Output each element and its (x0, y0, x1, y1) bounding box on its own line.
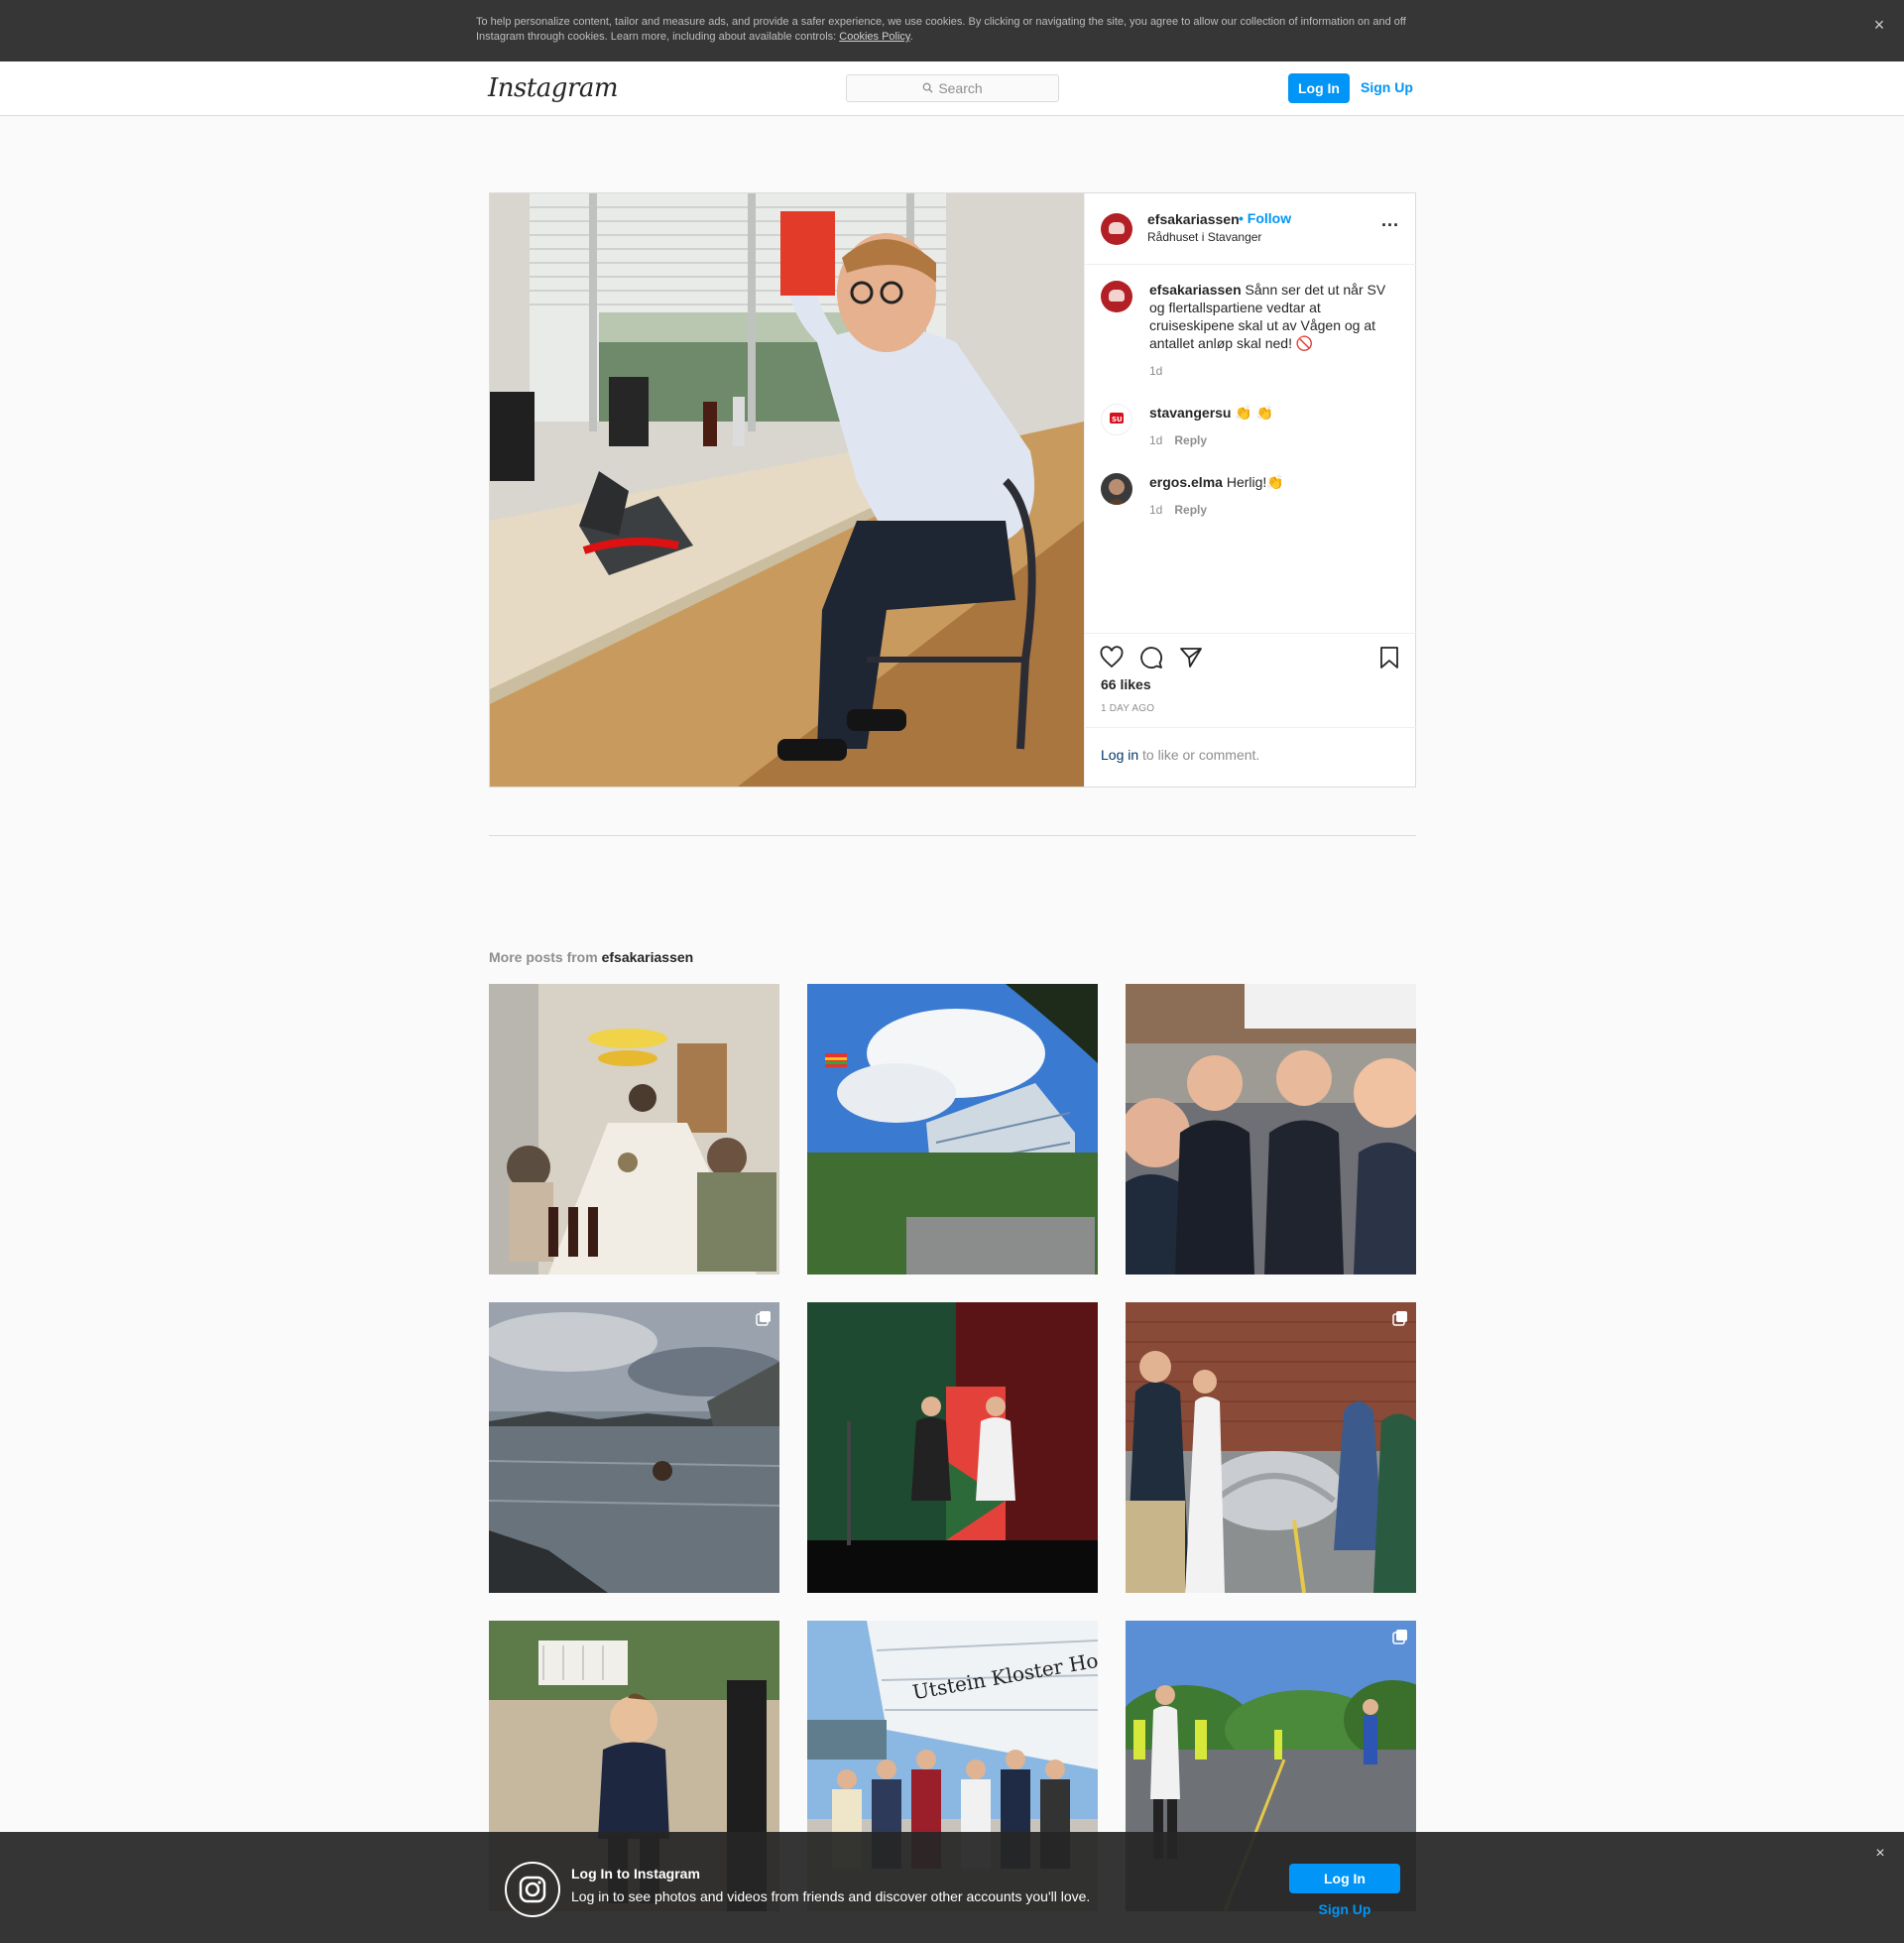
avatar[interactable]: SU (1101, 404, 1132, 435)
divider (489, 835, 1416, 836)
avatar[interactable] (1101, 213, 1132, 245)
close-icon[interactable]: × (1870, 1844, 1890, 1864)
cookie-banner-text: To help personalize content, tailor and … (476, 15, 1428, 45)
post-thumbnail[interactable] (1126, 984, 1416, 1275)
post-photo[interactable] (490, 193, 1084, 787)
avatar[interactable] (1101, 473, 1132, 505)
login-prompt-bar: Log In to Instagram Log in to see photos… (0, 1832, 1904, 1943)
svg-text:SU: SU (1112, 416, 1123, 424)
post-username[interactable]: efsakariassen (1147, 211, 1240, 227)
top-header: Instagram Search Log In Sign Up (0, 61, 1904, 116)
post-card: efsakariassen • Follow Rådhuset i Stavan… (489, 192, 1416, 788)
post-header: efsakariassen • Follow Rådhuset i Stavan… (1085, 193, 1416, 265)
more-options-icon[interactable]: ··· (1378, 215, 1402, 235)
more-posts-username[interactable]: efsakariassen (602, 949, 694, 965)
search-placeholder: Search (938, 80, 983, 96)
post-thumbnail[interactable] (489, 1302, 779, 1593)
login-suffix: to like or comment. (1138, 747, 1260, 763)
cookie-banner: To help personalize content, tailor and … (0, 0, 1904, 61)
post-actions: 66 likes 1 DAY AGO Log in to like or com… (1085, 633, 1416, 787)
login-prompt-title: Log In to Instagram (571, 1866, 700, 1882)
comment-username[interactable]: stavangersu (1149, 405, 1231, 421)
cookie-text-body: To help personalize content, tailor and … (476, 16, 1406, 43)
comment-row: ergos.elma Herlig!👏 1d Reply (1101, 473, 1403, 523)
more-posts-heading: More posts from efsakariassen (489, 949, 693, 965)
comment-text: stavangersu 👏 👏 (1149, 404, 1403, 422)
like-count[interactable]: 66 likes (1101, 676, 1151, 692)
post-thumbnail[interactable] (807, 1302, 1098, 1593)
multiple-photos-icon (756, 1310, 772, 1326)
comment-meta: 1d Reply (1149, 433, 1207, 447)
caption-username[interactable]: efsakariassen (1149, 282, 1242, 298)
multiple-photos-icon (1392, 1310, 1408, 1326)
login-to-comment: Log in to like or comment. (1085, 727, 1416, 788)
search-icon (922, 77, 933, 103)
close-icon[interactable]: × (1868, 14, 1890, 36)
comment-icon[interactable] (1139, 646, 1163, 669)
more-posts-prefix: More posts from (489, 949, 602, 965)
caption-row: efsakariassen Sånn ser det ut når SV og … (1101, 281, 1403, 380)
login-button[interactable]: Log In (1288, 73, 1350, 103)
login-button[interactable]: Log In (1289, 1864, 1400, 1893)
post-sidebar: efsakariassen • Follow Rådhuset i Stavan… (1084, 193, 1416, 787)
caption-text: efsakariassen Sånn ser det ut når SV og … (1149, 281, 1403, 352)
cookie-text-trailing: . (909, 31, 913, 43)
comment-meta: 1d Reply (1149, 503, 1207, 517)
reply-button[interactable]: Reply (1174, 503, 1207, 517)
comment-list: efsakariassen Sånn ser det ut når SV og … (1085, 265, 1416, 632)
comment-username[interactable]: ergos.elma (1149, 474, 1223, 490)
comment-age[interactable]: 1d (1149, 433, 1162, 447)
search-input[interactable]: Search (846, 74, 1059, 102)
avatar[interactable] (1101, 281, 1132, 312)
signup-link[interactable]: Sign Up (1361, 73, 1418, 103)
comment-body: 👏 👏 (1235, 405, 1274, 421)
heart-icon[interactable] (1100, 646, 1124, 669)
share-icon[interactable] (1179, 646, 1203, 669)
follow-button[interactable]: • Follow (1239, 210, 1291, 226)
login-link[interactable]: Log in (1101, 747, 1138, 763)
comment-row: SU stavangersu 👏 👏 1d Reply (1101, 404, 1403, 453)
comment-body: Herlig!👏 (1226, 474, 1284, 490)
post-thumbnail[interactable] (489, 984, 779, 1275)
post-thumbnail[interactable] (807, 984, 1098, 1275)
post-thumbnail[interactable] (1126, 1302, 1416, 1593)
cookies-policy-link[interactable]: Cookies Policy (839, 31, 909, 43)
instagram-logo[interactable]: Instagram (488, 71, 619, 105)
instagram-icon (505, 1862, 560, 1917)
signup-link[interactable]: Sign Up (1289, 1901, 1400, 1917)
post-timestamp[interactable]: 1 DAY AGO (1101, 703, 1154, 714)
post-location[interactable]: Rådhuset i Stavanger (1147, 230, 1261, 244)
comment-age[interactable]: 1d (1149, 503, 1162, 517)
bookmark-icon[interactable] (1377, 646, 1401, 669)
caption-age[interactable]: 1d (1149, 364, 1162, 378)
multiple-photos-icon (1392, 1629, 1408, 1644)
login-prompt-subtitle: Log in to see photos and videos from fri… (571, 1888, 1091, 1904)
comment-text: ergos.elma Herlig!👏 (1149, 473, 1403, 491)
reply-button[interactable]: Reply (1174, 433, 1207, 447)
caption-meta: 1d (1149, 364, 1162, 378)
